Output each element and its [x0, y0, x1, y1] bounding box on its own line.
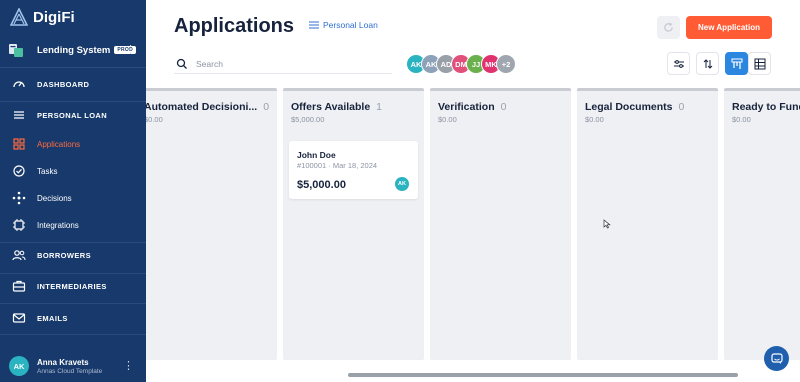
loan-amount: $5,000.00	[297, 179, 346, 191]
sidebar-item-label: Applications	[37, 139, 81, 149]
column-total: $0.00	[438, 115, 457, 124]
application-card[interactable]: John Doe #100001 · Mar 18, 2024 $5,000.0…	[289, 141, 418, 199]
column-title-text: Legal Documents	[585, 101, 673, 113]
column-title-text: Offers Available	[291, 101, 371, 113]
sort-button[interactable]	[696, 52, 719, 75]
refresh-button[interactable]	[657, 16, 680, 39]
column-title-text: Verification	[438, 101, 495, 113]
brand-name: DigiFi	[33, 8, 75, 26]
divider	[0, 67, 146, 68]
horizontal-scrollbar[interactable]	[348, 373, 738, 377]
filter-button[interactable]	[667, 52, 690, 75]
column-title: Offers Available 1	[291, 101, 382, 113]
sidebar-item-borrowers[interactable]: BORROWERS	[0, 242, 146, 268]
decision-nodes-icon	[12, 191, 26, 205]
board-column: Automated Decisioni... 0 $0.00	[146, 88, 277, 360]
sidebar-item-label: INTERMEDIARIES	[37, 281, 107, 291]
speedometer-icon	[13, 81, 25, 88]
sort-arrows-icon	[703, 58, 712, 69]
borrower-name: John Doe	[297, 150, 336, 160]
sidebar-item-applications[interactable]: Applications	[0, 131, 146, 157]
menu-lines-icon	[309, 21, 319, 29]
avatar: AK	[9, 356, 29, 376]
column-title: Verification 0	[438, 101, 506, 113]
menu-lines-icon	[14, 111, 24, 119]
user-profile[interactable]: AK Anna Kravets Annas Cloud Template ⋮	[0, 350, 146, 382]
sidebar-item-label: PERSONAL LOAN	[37, 110, 108, 120]
application-meta: #100001 · Mar 18, 2024	[297, 161, 378, 170]
search-icon	[176, 58, 187, 69]
sidebar-item-dashboard[interactable]: DASHBOARD	[0, 71, 146, 97]
sidebar-item-label: DASHBOARD	[37, 79, 90, 89]
sidebar-item-label: Decisions	[37, 193, 72, 203]
briefcase-icon	[12, 280, 26, 292]
column-title-text: Automated Decisioni...	[146, 101, 258, 113]
system-name: Lending System	[37, 44, 111, 56]
sidebar-item-label: Integrations	[37, 220, 79, 230]
column-count: 0	[678, 101, 685, 113]
column-total: $0.00	[732, 115, 751, 124]
column-title-text: Ready to Fund	[732, 101, 800, 113]
mouse-cursor-icon	[603, 219, 611, 229]
page-title: Applications	[174, 15, 295, 37]
column-count: 1	[376, 101, 383, 113]
chat-support-button[interactable]	[764, 346, 789, 371]
check-circle-icon	[13, 165, 25, 177]
sidebar-item-label: EMAILS	[37, 313, 68, 323]
user-organization: Annas Cloud Template	[37, 368, 103, 375]
board-view-button[interactable]	[725, 52, 748, 75]
column-title: Ready to Fund	[732, 101, 800, 113]
board-column: Offers Available 1 $5,000.00 John Doe #10…	[283, 88, 424, 360]
sidebar-item-label: BORROWERS	[37, 250, 92, 260]
table-view-icon	[754, 58, 765, 69]
assignee-avatar: AK	[395, 177, 409, 191]
mail-icon	[12, 313, 26, 323]
search-input[interactable]	[196, 58, 376, 69]
user-menu-icon[interactable]: ⋮	[123, 360, 134, 372]
column-total: $0.00	[585, 115, 604, 124]
column-title: Automated Decisioni... 0	[146, 101, 269, 113]
column-total: $5,000.00	[291, 115, 325, 124]
user-name: Anna Kravets	[37, 358, 89, 367]
search-bar	[174, 54, 392, 74]
kanban-board: Automated Decisioni... 0 $0.00 Offers Ava…	[146, 88, 800, 360]
digifi-logo-icon	[10, 8, 28, 26]
sidebar-item-label: Tasks	[37, 166, 58, 176]
divider	[0, 334, 146, 335]
users-icon	[12, 250, 26, 261]
sidebar: DigiFi Lending System PROD ⋮ DASHBOARD P…	[0, 0, 146, 382]
column-count: 0	[500, 101, 507, 113]
sidebar-item-personal-loan[interactable]: PERSONAL LOAN	[0, 102, 146, 128]
product-name: Personal Loan	[323, 20, 378, 30]
chat-icon	[770, 352, 783, 364]
new-application-button[interactable]: New Application	[686, 16, 772, 39]
sidebar-item-integrations[interactable]: Integrations	[0, 212, 146, 238]
product-selector[interactable]: Personal Loan	[309, 20, 378, 30]
main-content: Applications Personal Loan New Applicati…	[146, 0, 800, 382]
system-switcher[interactable]: Lending System PROD ⋮	[8, 40, 144, 60]
grid-icon	[13, 138, 25, 150]
sidebar-item-decisions[interactable]: Decisions	[0, 185, 146, 211]
lending-system-icon	[9, 44, 23, 57]
board-column: Verification 0 $0.00	[430, 88, 571, 360]
sidebar-item-emails[interactable]: EMAILS	[0, 305, 146, 331]
column-count: 0	[263, 101, 270, 113]
board-column: Legal Documents 0 $0.00	[577, 88, 718, 360]
board-column: Ready to Fund $0.00	[724, 88, 800, 360]
column-title: Legal Documents 0	[585, 101, 684, 113]
column-total: $0.00	[146, 115, 163, 124]
sidebar-item-tasks[interactable]: Tasks	[0, 158, 146, 184]
sidebar-item-intermediaries[interactable]: INTERMEDIARIES	[0, 273, 146, 299]
refresh-icon	[664, 22, 673, 32]
brand[interactable]: DigiFi	[10, 7, 75, 27]
more-members-avatar[interactable]: +2	[496, 54, 516, 74]
system-menu-icon[interactable]: ⋮	[125, 44, 136, 56]
table-view-button[interactable]	[748, 52, 771, 75]
divider	[0, 303, 146, 304]
board-view-icon	[731, 58, 742, 69]
sliders-icon	[673, 59, 684, 68]
chip-icon	[13, 219, 25, 231]
